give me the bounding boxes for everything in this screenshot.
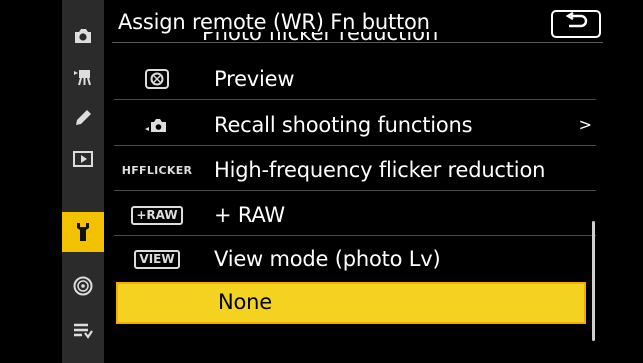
- list-item-label: Preview: [214, 67, 295, 91]
- list-item-label: Recall shooting functions: [214, 113, 473, 137]
- view-icon: VIEW: [122, 239, 192, 279]
- movie-recording-tab[interactable]: [62, 57, 104, 97]
- list-item-label: + RAW: [214, 203, 285, 227]
- preview-icon: [122, 59, 192, 99]
- menu-sidebar: [62, 0, 104, 363]
- list-item-preview[interactable]: Preview: [114, 59, 596, 100]
- list-item-label: None: [218, 290, 272, 314]
- network-icon: [72, 275, 94, 297]
- list-icon: [72, 321, 94, 339]
- network-tab[interactable]: [62, 266, 104, 306]
- photo-shooting-tab[interactable]: [62, 16, 104, 56]
- back-button[interactable]: [551, 10, 601, 38]
- cut-off-list-item: Photo flicker reduction: [202, 32, 439, 45]
- setup-tab[interactable]: [62, 212, 104, 252]
- title-divider: [112, 42, 603, 43]
- pencil-icon: [73, 108, 93, 128]
- scrollbar[interactable]: [592, 221, 595, 341]
- divider: [114, 235, 596, 236]
- playback-icon: [72, 150, 94, 168]
- menu-screen: Assign remote (WR) Fn button Photo flick…: [104, 0, 611, 363]
- list-item-high-frequency-flicker-reduction[interactable]: HFFLICKER High-frequency flicker reducti…: [114, 150, 596, 191]
- plus-raw-icon: +RAW: [122, 195, 192, 235]
- list-item-plus-raw[interactable]: +RAW + RAW: [114, 195, 596, 236]
- wrench-icon: [74, 221, 92, 243]
- list-item-none[interactable]: None: [116, 282, 586, 324]
- hf-flicker-icon: HFFLICKER: [121, 163, 193, 177]
- list-item-view-mode[interactable]: VIEW View mode (photo Lv): [114, 239, 596, 279]
- chevron-right-icon: >: [578, 115, 592, 134]
- divider: [114, 99, 596, 100]
- custom-settings-tab[interactable]: [62, 98, 104, 138]
- list-item-label: High-frequency flicker reduction: [214, 158, 546, 182]
- camera-icon: [72, 27, 94, 45]
- list-item-label: View mode (photo Lv): [214, 247, 441, 271]
- my-menu-tab[interactable]: [62, 310, 104, 350]
- movie-camera-icon: [72, 67, 94, 87]
- divider: [114, 145, 596, 146]
- divider: [114, 190, 596, 191]
- list-item-recall-shooting-functions[interactable]: Recall shooting functions >: [114, 105, 596, 146]
- playback-tab[interactable]: [62, 139, 104, 179]
- return-icon: [563, 11, 589, 36]
- recall-camera-icon: [122, 105, 192, 145]
